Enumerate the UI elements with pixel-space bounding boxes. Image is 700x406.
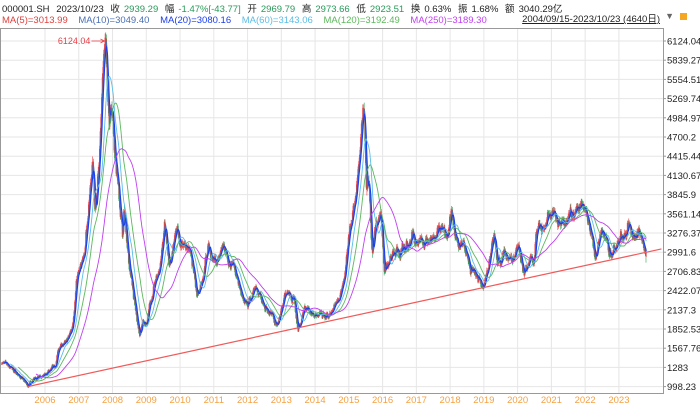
x-tick-label: 2018 <box>440 395 461 406</box>
x-tick-label: 2023 <box>608 395 629 406</box>
x-tick-label: 2013 <box>271 395 292 406</box>
ma-legend: MA(5)=3013.99 MA(10)=3049.40 MA(20)=3080… <box>2 15 495 26</box>
x-tick-label: 2016 <box>372 395 393 406</box>
y-tick-label: 4984.97 <box>667 113 700 124</box>
y-tick-label: 2137.3 <box>667 305 696 316</box>
triangle-down-icon[interactable]: ▼ <box>665 11 674 21</box>
y-tick-label: 5554.51 <box>667 75 700 86</box>
x-tick-label: 2017 <box>406 395 427 406</box>
kline-chart[interactable]: 6124.04 5839.27 5554.51 5269.74 4984.97 4700.… <box>0 0 700 406</box>
legend-ma20: MA(20)=3080.16 <box>160 15 232 26</box>
x-tick-label: 2010 <box>169 395 190 406</box>
date-range-selector[interactable]: 2004/09/15-2023/10/23 (4640日) <box>522 11 660 25</box>
x-tick-label: 2015 <box>338 395 359 406</box>
y-tick-label: 2991.6 <box>667 248 696 259</box>
x-tick-label: 2008 <box>102 395 123 406</box>
x-tick-label: 2006 <box>34 395 55 406</box>
y-tick-label: 3276.37 <box>667 229 700 240</box>
legend-ma5: MA(5)=3013.99 <box>2 15 68 26</box>
plot-frame <box>0 28 664 394</box>
y-tick-label: 3561.14 <box>667 209 700 220</box>
y-tick-label: 5269.74 <box>667 94 700 105</box>
x-axis: 2006 2007 2008 2009 2010 2011 2012 2013 2014 2015… <box>34 395 629 406</box>
y-tick-label: 4415.44 <box>667 152 700 163</box>
y-tick-label: 998.23 <box>667 382 696 393</box>
y-tick-label: 3845.9 <box>667 190 696 201</box>
legend-ma60: MA(60)=3143.06 <box>241 15 313 26</box>
x-tick-label: 2021 <box>541 395 562 406</box>
y-tick-label: 1567.76 <box>667 344 700 355</box>
x-tick-label: 2014 <box>305 395 326 406</box>
peak-label: 6124.04 <box>58 36 91 46</box>
y-tick-label: 5839.27 <box>667 56 700 67</box>
x-tick-label: 2009 <box>136 395 157 406</box>
y-tick-label: 2422.07 <box>667 286 700 297</box>
y-tick-label: 6124.04 <box>667 37 700 48</box>
legend-ma250: MA(250)=3189.30 <box>410 15 487 26</box>
y-tick-label: 2706.83 <box>667 267 700 278</box>
settings-square-icon[interactable] <box>680 13 687 20</box>
x-tick-label: 2022 <box>575 395 596 406</box>
y-tick-label: 4130.67 <box>667 171 700 182</box>
y-tick-label: 1283 <box>667 363 688 374</box>
x-tick-label: 2007 <box>68 395 89 406</box>
y-axis: 6124.04 5839.27 5554.51 5269.74 4984.97 4700.… <box>663 37 700 393</box>
y-tick-label: 4700.2 <box>667 133 696 144</box>
x-tick-label: 2011 <box>204 395 224 406</box>
legend-ma120: MA(120)=3192.49 <box>323 15 400 26</box>
x-tick-label: 2019 <box>473 395 494 406</box>
x-tick-label: 2012 <box>237 395 258 406</box>
legend-ma10: MA(10)=3049.40 <box>78 15 150 26</box>
y-tick-label: 1852.53 <box>667 325 700 336</box>
x-tick-label: 2020 <box>507 395 528 406</box>
